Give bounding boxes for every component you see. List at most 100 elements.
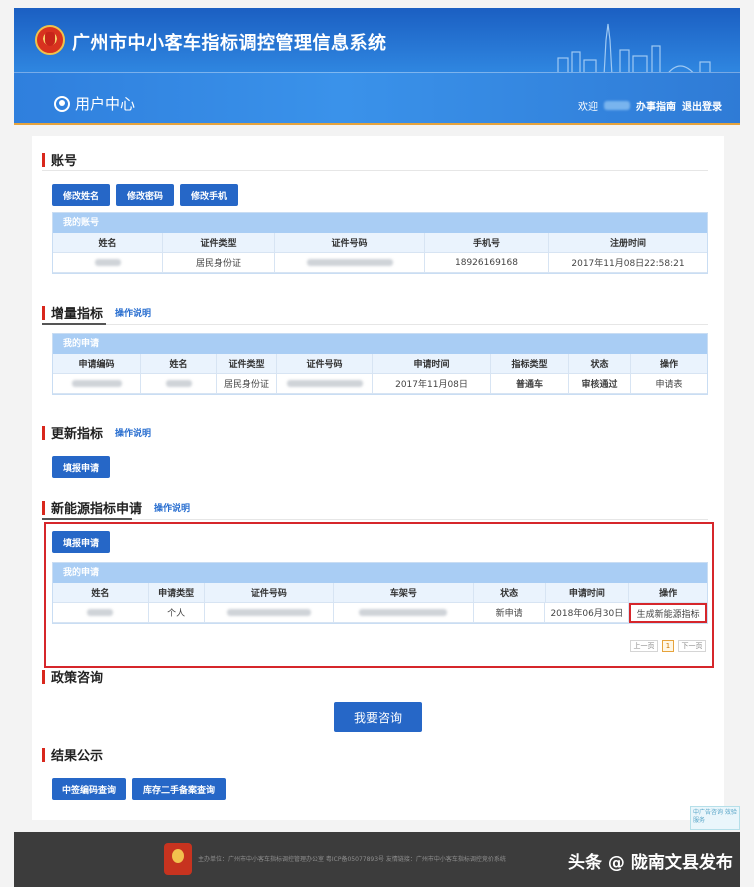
footer-text: 主办单位：广州市中小客车指标调控管理办公室 粤ICP备05077893号 友情链… [198, 856, 506, 863]
column-header: 证件号码 [277, 354, 373, 374]
system-title: 广州市中小客车指标调控管理信息系统 [72, 33, 387, 54]
id-type-cell: 居民身份证 [217, 374, 277, 394]
guide-link[interactable]: 办事指南 [636, 98, 676, 113]
column-header: 操作 [631, 354, 707, 374]
apply-time-cell: 2017年11月08日 [373, 374, 491, 394]
prev-page-button[interactable]: 上一页 [630, 640, 658, 652]
current-page[interactable]: 1 [662, 640, 674, 652]
column-header: 手机号 [425, 233, 549, 253]
header-user-links: 欢迎 办事指南 退出登录 [578, 98, 722, 113]
apply-code-cell-redacted [53, 374, 141, 394]
id-number-cell-redacted [275, 253, 425, 273]
column-header: 操作 [629, 583, 708, 603]
floating-service-badge[interactable]: 中广告咨询 效验服务 [690, 806, 740, 830]
username-redacted [604, 101, 630, 110]
status-cell: 审核通过 [569, 374, 631, 394]
section-account: 账号 [42, 150, 77, 169]
column-header: 状态 [569, 354, 631, 374]
user-center-heading: 用户中心 [54, 93, 135, 114]
next-page-button[interactable]: 下一页 [678, 640, 706, 652]
watermark-text: 头条 @ 陇南文县发布 [568, 853, 733, 873]
column-header: 证件号码 [204, 583, 335, 603]
table-row: 居民身份证 2017年11月08日 普通车 审核通过 申请表 [53, 374, 707, 394]
vin-cell-redacted [334, 603, 474, 623]
top-strip [0, 0, 754, 8]
site-footer: 主办单位：广州市中小客车指标调控管理办公室 粤ICP备05077893号 友情链… [14, 832, 740, 887]
main-panel: 账号 修改姓名 修改密码 修改手机 我的账号 姓名 证件类型 证件号码 手机号 … [32, 136, 724, 820]
column-header: 姓名 [53, 233, 163, 253]
section-policy: 政策咨询 [42, 667, 103, 686]
column-header: 注册时间 [549, 233, 707, 253]
column-header: 申请类型 [148, 583, 205, 603]
column-header: 证件类型 [217, 354, 277, 374]
application-form-link[interactable]: 申请表 [631, 374, 707, 394]
name-cell-redacted [141, 374, 217, 394]
id-type-cell: 居民身份证 [163, 253, 275, 273]
footer-emblem-icon [164, 843, 192, 875]
table-header-row: 申请编码 姓名 证件类型 证件号码 申请时间 指标类型 状态 操作 [53, 354, 707, 374]
column-header: 姓名 [141, 354, 217, 374]
phone-cell: 18926169168 [425, 253, 549, 273]
increment-table: 我的申请 申请编码 姓名 证件类型 证件号码 申请时间 指标类型 状态 操作 居… [52, 333, 708, 395]
new-energy-table: 我的申请 姓名 申请类型 证件号码 车架号 状态 申请时间 操作 个人 新申请 … [52, 562, 708, 624]
column-header: 申请时间 [545, 583, 630, 603]
logout-link[interactable]: 退出登录 [682, 98, 722, 113]
name-cell-redacted [53, 253, 163, 273]
name-cell-redacted [53, 603, 149, 623]
section-new-energy: 新能源指标申请 操作说明 [42, 498, 190, 517]
renewal-apply-button[interactable]: 填报申请 [52, 456, 110, 478]
column-header: 姓名 [53, 583, 149, 603]
section-results: 结果公示 [42, 745, 103, 764]
section-title: 政策咨询 [51, 671, 104, 686]
section-title: 结果公示 [51, 749, 104, 764]
pagination: 上一页 1 下一页 [630, 640, 706, 652]
table-caption: 我的申请 [53, 334, 707, 354]
section-increment-quota: 增量指标 操作说明 [42, 303, 151, 322]
section-title: 新能源指标申请 [51, 502, 143, 517]
table-row: 居民身份证 18926169168 2017年11月08日22:58:21 [53, 253, 707, 273]
column-header: 证件类型 [163, 233, 275, 253]
user-center-bar: 用户中心 欢迎 办事指南 退出登录 [14, 72, 740, 124]
column-header: 车架号 [334, 583, 474, 603]
used-car-record-query-button[interactable]: 库存二手备案查询 [132, 778, 226, 800]
emblem-logo-icon [35, 25, 65, 55]
user-circle-icon [54, 95, 70, 112]
registered-time-cell: 2017年11月08日22:58:21 [549, 253, 707, 273]
lottery-code-query-button[interactable]: 中签编码查询 [52, 778, 126, 800]
table-caption: 我的申请 [53, 563, 707, 583]
apply-type-cell: 个人 [148, 603, 205, 623]
quota-type-cell: 普通车 [491, 374, 569, 394]
column-header: 状态 [473, 583, 546, 603]
section-title: 账号 [51, 154, 78, 169]
table-row: 个人 新申请 2018年06月30日 生成新能源指标 [53, 603, 707, 623]
table-caption: 我的账号 [53, 213, 707, 233]
table-header-row: 姓名 申请类型 证件号码 车架号 状态 申请时间 操作 [53, 583, 708, 603]
status-cell: 新申请 [473, 603, 546, 623]
section-title: 更新指标 [51, 427, 104, 442]
site-header: 广州市中小客车指标调控管理信息系统 用户中心 欢迎 办事指南 退出登录 [14, 8, 740, 124]
edit-name-button[interactable]: 修改姓名 [52, 184, 110, 206]
edit-phone-button[interactable]: 修改手机 [180, 184, 238, 206]
city-skyline-icon [540, 23, 730, 77]
new-energy-help-link[interactable]: 操作说明 [154, 501, 190, 514]
column-header: 申请时间 [373, 354, 491, 374]
edit-password-button[interactable]: 修改密码 [116, 184, 174, 206]
consult-button[interactable]: 我要咨询 [334, 702, 422, 732]
column-header: 指标类型 [491, 354, 569, 374]
new-energy-apply-button[interactable]: 填报申请 [52, 531, 110, 553]
apply-time-cell: 2018年06月30日 [545, 603, 630, 623]
section-title: 增量指标 [51, 307, 104, 322]
user-center-label: 用户中心 [75, 95, 136, 113]
renewal-help-link[interactable]: 操作说明 [115, 426, 151, 439]
section-renewal-quota: 更新指标 操作说明 [42, 423, 151, 442]
table-header-row: 姓名 证件类型 证件号码 手机号 注册时间 [53, 233, 707, 253]
account-table: 我的账号 姓名 证件类型 证件号码 手机号 注册时间 居民身份证 1892616… [52, 212, 708, 274]
welcome-text: 欢迎 [578, 102, 598, 113]
column-header: 证件号码 [275, 233, 425, 253]
id-number-cell-redacted [204, 603, 335, 623]
generate-new-energy-quota-link[interactable]: 生成新能源指标 [629, 603, 707, 623]
header-accent-line [14, 123, 740, 125]
column-header: 申请编码 [53, 354, 141, 374]
id-number-cell-redacted [277, 374, 373, 394]
increment-help-link[interactable]: 操作说明 [115, 306, 151, 319]
